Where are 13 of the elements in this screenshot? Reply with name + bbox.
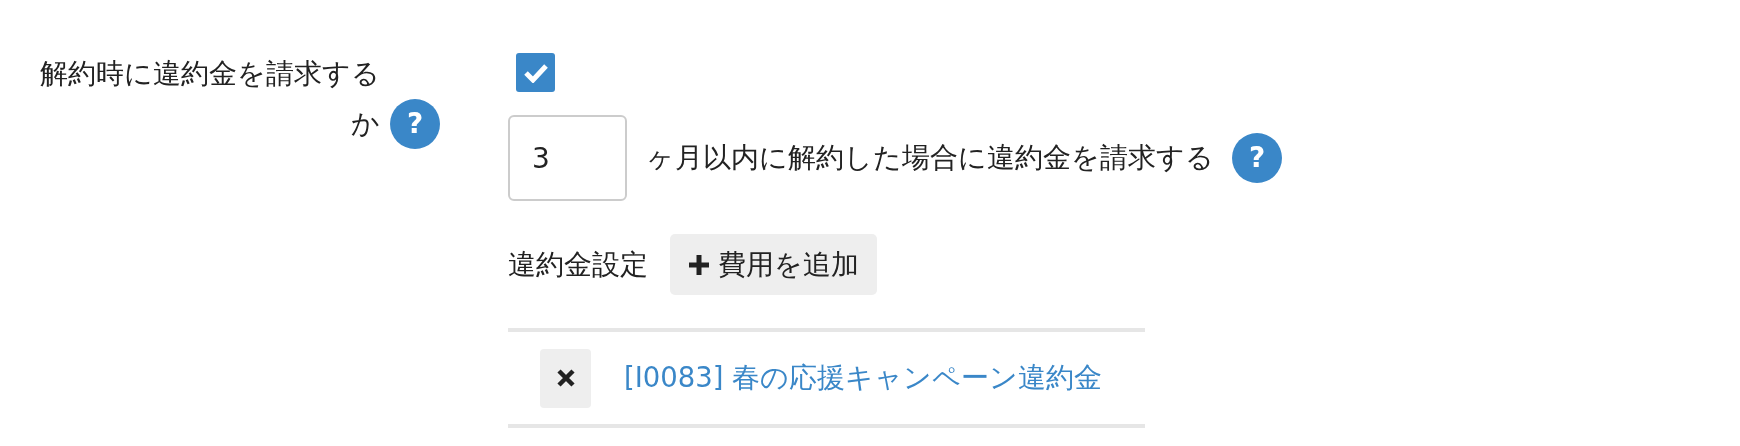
check-icon [522,62,549,83]
help-icon[interactable]: ? [1232,133,1282,183]
plus-icon [688,253,710,276]
fee-link[interactable]: [I0083] 春の応援キャンペーン違約金 [624,360,1103,396]
months-field[interactable]: 3 [508,115,627,201]
months-suffix: ヶ月以内に解約した場合に違約金を請求する [646,140,1214,176]
close-icon [556,369,575,387]
fees-label: 違約金設定 [508,246,648,283]
add-fee-button[interactable]: 費用を追加 [670,234,877,295]
checkbox[interactable] [516,53,555,92]
help-icon[interactable]: ? [390,99,440,149]
field-label: 解約時に違約金を請求するか [40,56,380,142]
remove-button[interactable] [540,348,591,408]
